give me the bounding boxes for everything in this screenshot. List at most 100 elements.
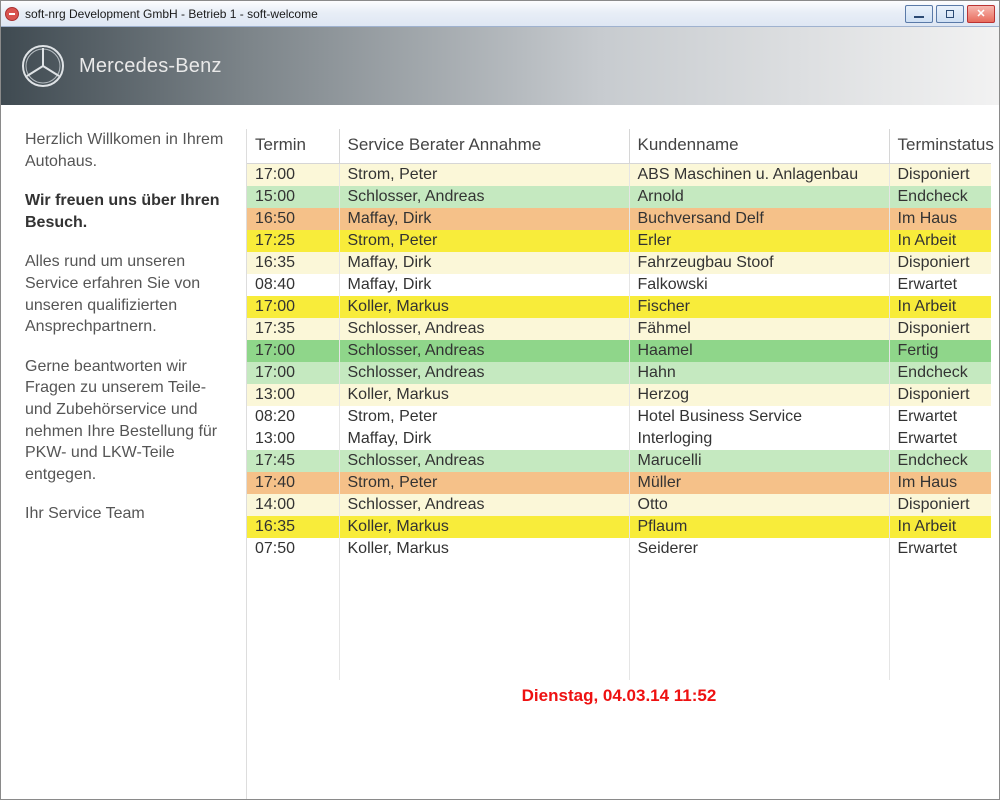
cell-advisor: Schlosser, Andreas — [339, 450, 629, 472]
cell-status: Disponiert — [889, 384, 991, 406]
cell-status: Endcheck — [889, 186, 991, 208]
cell-customer: Hotel Business Service — [629, 406, 889, 428]
cell-customer: Arnold — [629, 186, 889, 208]
table-row[interactable]: 07:50Koller, MarkusSeidererErwartet — [247, 538, 991, 560]
cell-time: 13:00 — [247, 384, 339, 406]
cell-time: 16:35 — [247, 516, 339, 538]
cell-time: 13:00 — [247, 428, 339, 450]
cell-time: 07:50 — [247, 538, 339, 560]
table-empty-space — [247, 560, 991, 680]
table-row[interactable]: 13:00Maffay, DirkInterlogingErwartet — [247, 428, 991, 450]
cell-status: Endcheck — [889, 450, 991, 472]
content-area: Herzlich Willkomen in Ihrem Autohaus. Wi… — [1, 105, 999, 799]
cell-time: 17:00 — [247, 362, 339, 384]
cell-status: Im Haus — [889, 472, 991, 494]
cell-status: In Arbeit — [889, 516, 991, 538]
cell-customer: Erler — [629, 230, 889, 252]
cell-customer: Hahn — [629, 362, 889, 384]
appointments-panel: Termin Service Berater Annahme Kundennam… — [247, 129, 991, 799]
table-row[interactable]: 15:00Schlosser, AndreasArnoldEndcheck — [247, 186, 991, 208]
table-row[interactable]: 17:25Strom, PeterErlerIn Arbeit — [247, 230, 991, 252]
cell-customer: Interloging — [629, 428, 889, 450]
table-header-row: Termin Service Berater Annahme Kundennam… — [247, 129, 991, 164]
cell-customer: Fahrzeugbau Stoof — [629, 252, 889, 274]
minimize-button[interactable] — [905, 5, 933, 23]
cell-advisor: Maffay, Dirk — [339, 428, 629, 450]
cell-status: Erwartet — [889, 406, 991, 428]
cell-time: 17:35 — [247, 318, 339, 340]
cell-advisor: Koller, Markus — [339, 516, 629, 538]
appointments-table: Termin Service Berater Annahme Kundennam… — [247, 129, 991, 680]
table-row[interactable]: 17:40Strom, PeterMüllerIm Haus — [247, 472, 991, 494]
cell-advisor: Schlosser, Andreas — [339, 362, 629, 384]
welcome-line-1: Herzlich Willkomen in Ihrem Autohaus. — [25, 129, 232, 172]
table-row[interactable]: 13:00Koller, MarkusHerzogDisponiert — [247, 384, 991, 406]
cell-customer: Otto — [629, 494, 889, 516]
header-customer[interactable]: Kundenname — [629, 129, 889, 164]
window-controls: ✕ — [905, 5, 995, 23]
close-button[interactable]: ✕ — [967, 5, 995, 23]
cell-customer: Fischer — [629, 296, 889, 318]
cell-advisor: Strom, Peter — [339, 472, 629, 494]
cell-advisor: Koller, Markus — [339, 296, 629, 318]
cell-customer: Fähmel — [629, 318, 889, 340]
footer-datetime: Dienstag, 04.03.14 11:52 — [247, 680, 991, 716]
cell-advisor: Maffay, Dirk — [339, 252, 629, 274]
cell-advisor: Maffay, Dirk — [339, 208, 629, 230]
table-row[interactable]: 08:40Maffay, DirkFalkowskiErwartet — [247, 274, 991, 296]
app-window: soft-nrg Development GmbH - Betrieb 1 - … — [0, 0, 1000, 800]
cell-status: Disponiert — [889, 252, 991, 274]
header-status[interactable]: Terminstatus — [889, 129, 991, 164]
cell-advisor: Schlosser, Andreas — [339, 340, 629, 362]
header-advisor[interactable]: Service Berater Annahme — [339, 129, 629, 164]
table-row[interactable]: 17:00Schlosser, AndreasHahnEndcheck — [247, 362, 991, 384]
cell-time: 08:20 — [247, 406, 339, 428]
cell-status: Im Haus — [889, 208, 991, 230]
cell-customer: Haamel — [629, 340, 889, 362]
cell-customer: Herzog — [629, 384, 889, 406]
table-row[interactable]: 16:35Maffay, DirkFahrzeugbau StoofDispon… — [247, 252, 991, 274]
cell-status: Fertig — [889, 340, 991, 362]
brand-name: Mercedes-Benz — [79, 55, 222, 78]
cell-customer: Müller — [629, 472, 889, 494]
table-row[interactable]: 16:50Maffay, DirkBuchversand DelfIm Haus — [247, 208, 991, 230]
cell-customer: Seiderer — [629, 538, 889, 560]
cell-customer: Marucelli — [629, 450, 889, 472]
cell-time: 17:40 — [247, 472, 339, 494]
table-row[interactable]: 17:00Koller, MarkusFischerIn Arbeit — [247, 296, 991, 318]
title-bar[interactable]: soft-nrg Development GmbH - Betrieb 1 - … — [1, 1, 999, 27]
cell-customer: Buchversand Delf — [629, 208, 889, 230]
table-row[interactable]: 17:00Schlosser, AndreasHaamelFertig — [247, 340, 991, 362]
cell-advisor: Koller, Markus — [339, 538, 629, 560]
table-row[interactable]: 17:00Strom, PeterABS Maschinen u. Anlage… — [247, 164, 991, 187]
welcome-line-5: Ihr Service Team — [25, 503, 232, 525]
header-termin[interactable]: Termin — [247, 129, 339, 164]
window-title: soft-nrg Development GmbH - Betrieb 1 - … — [25, 7, 318, 21]
cell-status: Disponiert — [889, 164, 991, 187]
welcome-line-3: Alles rund um unseren Service erfahren S… — [25, 251, 232, 337]
maximize-button[interactable] — [936, 5, 964, 23]
brand-header: Mercedes-Benz — [1, 27, 999, 105]
table-row[interactable]: 08:20Strom, PeterHotel Business ServiceE… — [247, 406, 991, 428]
table-row[interactable]: 16:35Koller, MarkusPflaumIn Arbeit — [247, 516, 991, 538]
cell-customer: Falkowski — [629, 274, 889, 296]
cell-time: 17:25 — [247, 230, 339, 252]
cell-advisor: Strom, Peter — [339, 406, 629, 428]
table-row[interactable]: 17:35Schlosser, AndreasFähmelDisponiert — [247, 318, 991, 340]
cell-advisor: Strom, Peter — [339, 164, 629, 187]
cell-customer: Pflaum — [629, 516, 889, 538]
cell-status: Disponiert — [889, 318, 991, 340]
cell-status: Endcheck — [889, 362, 991, 384]
table-row[interactable]: 17:45Schlosser, AndreasMarucelliEndcheck — [247, 450, 991, 472]
cell-advisor: Schlosser, Andreas — [339, 494, 629, 516]
cell-status: In Arbeit — [889, 230, 991, 252]
cell-time: 16:35 — [247, 252, 339, 274]
cell-advisor: Strom, Peter — [339, 230, 629, 252]
app-icon — [5, 7, 19, 21]
table-row[interactable]: 14:00Schlosser, AndreasOttoDisponiert — [247, 494, 991, 516]
cell-time: 17:00 — [247, 164, 339, 187]
cell-status: Erwartet — [889, 538, 991, 560]
cell-advisor: Koller, Markus — [339, 384, 629, 406]
cell-status: In Arbeit — [889, 296, 991, 318]
mercedes-logo-icon — [21, 44, 65, 88]
